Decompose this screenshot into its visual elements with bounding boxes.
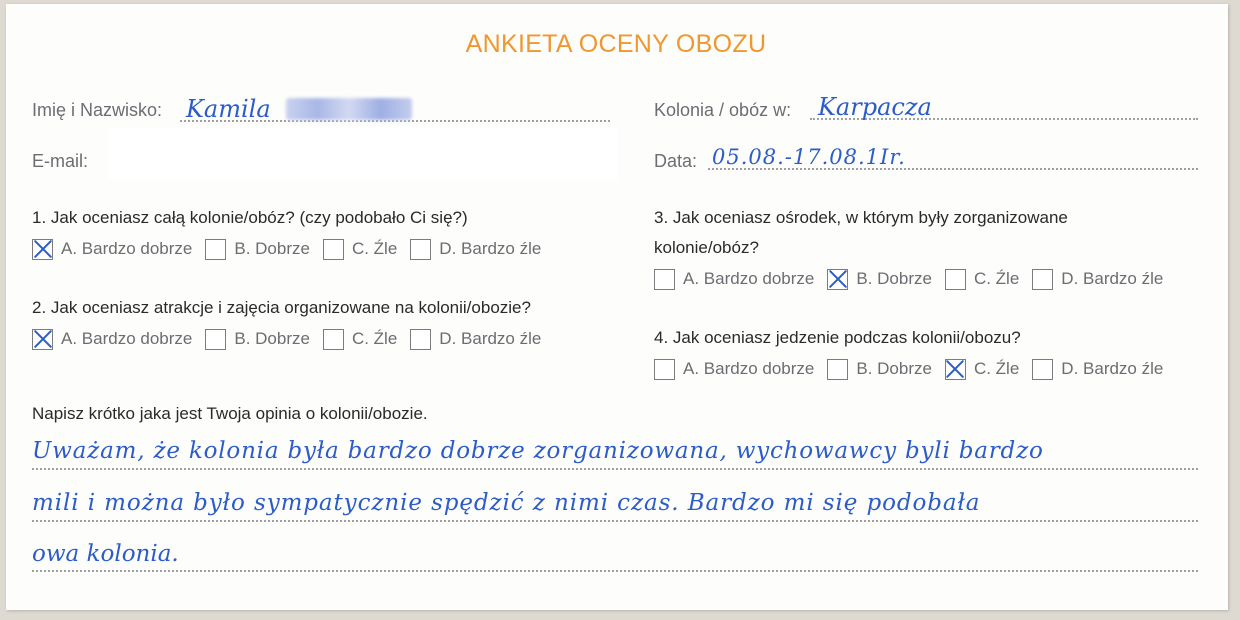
- email-label: E-mail:: [32, 151, 89, 171]
- checkbox[interactable]: [205, 238, 227, 260]
- camp-value[interactable]: Karpacza: [818, 93, 932, 121]
- checkbox[interactable]: [654, 268, 675, 290]
- question-1-options: A. Bardzo dobrze B. Dobrze C. Źle D. Bar…: [32, 236, 554, 262]
- q3-option-b[interactable]: B. Dobrze: [827, 268, 932, 290]
- form-title: ANKIETA OCENY OBOZU: [465, 30, 767, 58]
- opinion-text-line-3[interactable]: owa kolonia.: [32, 541, 179, 567]
- checkbox[interactable]: [944, 358, 966, 380]
- checkbox[interactable]: [322, 238, 344, 260]
- checkbox[interactable]: [410, 238, 432, 260]
- q2-option-b[interactable]: B. Dobrze: [205, 328, 310, 350]
- q1-option-d[interactable]: D. Bardzo źle: [410, 238, 541, 260]
- question-3-options: A. Bardzo dobrze B. Dobrze C. Źle D. Bar…: [654, 266, 1176, 292]
- checkbox[interactable]: [944, 268, 966, 290]
- q1-option-a[interactable]: A. Bardzo dobrze: [32, 238, 192, 260]
- q1-option-c[interactable]: C. Źle: [322, 238, 397, 260]
- q1-option-b[interactable]: B. Dobrze: [205, 238, 310, 260]
- opinion-text-line-2[interactable]: mili i można było sympatycznie spędzić z…: [32, 490, 980, 516]
- question-1: 1. Jak oceniasz całą kolonie/obóz? (czy …: [32, 208, 468, 227]
- checkbox[interactable]: [654, 358, 675, 380]
- q3-option-a[interactable]: A. Bardzo dobrze: [654, 268, 814, 290]
- camp-label: Kolonia / obóz w:: [654, 100, 792, 120]
- q2-option-c[interactable]: C. Źle: [322, 328, 397, 350]
- checkbox[interactable]: [205, 328, 227, 350]
- q4-option-c[interactable]: C. Źle: [944, 358, 1019, 380]
- opinion-text-line-1[interactable]: Uważam, że kolonia była bardzo dobrze zo…: [32, 438, 1044, 464]
- question-2-options: A. Bardzo dobrze B. Dobrze C. Źle D. Bar…: [32, 326, 554, 352]
- q3-option-d[interactable]: D. Bardzo źle: [1032, 268, 1163, 290]
- opinion-line-1: [32, 468, 1198, 470]
- opinion-line-3: [32, 570, 1198, 572]
- date-label: Data:: [654, 151, 698, 171]
- checkbox[interactable]: [322, 328, 344, 350]
- checkbox[interactable]: [32, 328, 53, 350]
- question-4: 4. Jak oceniasz jedzenie podczas kolonii…: [654, 328, 1021, 347]
- checkbox[interactable]: [827, 268, 849, 290]
- checkbox[interactable]: [410, 328, 432, 350]
- q3-option-c[interactable]: C. Źle: [944, 268, 1019, 290]
- checkbox[interactable]: [827, 358, 849, 380]
- name-value[interactable]: Kamila: [186, 95, 271, 123]
- q4-option-b[interactable]: B. Dobrze: [827, 358, 932, 380]
- name-redaction: [286, 98, 412, 120]
- date-value[interactable]: 05.08.-17.08.1Ir.: [712, 145, 906, 169]
- question-3-line-1: 3. Jak oceniasz ośrodek, w którym były z…: [654, 208, 1068, 227]
- question-4-options: A. Bardzo dobrze B. Dobrze C. Źle D. Bar…: [654, 356, 1176, 382]
- opinion-prompt: Napisz krótko jaka jest Twoja opinia o k…: [32, 404, 428, 423]
- question-3-line-2: kolonie/obóz?: [654, 238, 759, 257]
- checkbox[interactable]: [1032, 268, 1054, 290]
- q2-option-a[interactable]: A. Bardzo dobrze: [32, 328, 192, 350]
- checkbox[interactable]: [32, 238, 53, 260]
- q2-option-d[interactable]: D. Bardzo źle: [410, 328, 541, 350]
- q4-option-a[interactable]: A. Bardzo dobrze: [654, 358, 814, 380]
- q4-option-d[interactable]: D. Bardzo źle: [1032, 358, 1163, 380]
- checkbox[interactable]: [1032, 358, 1054, 380]
- opinion-line-2: [32, 520, 1198, 522]
- email-redaction[interactable]: [108, 128, 618, 179]
- name-label: Imię i Nazwisko:: [32, 100, 163, 120]
- question-2: 2. Jak oceniasz atrakcje i zajęcia organ…: [32, 298, 531, 317]
